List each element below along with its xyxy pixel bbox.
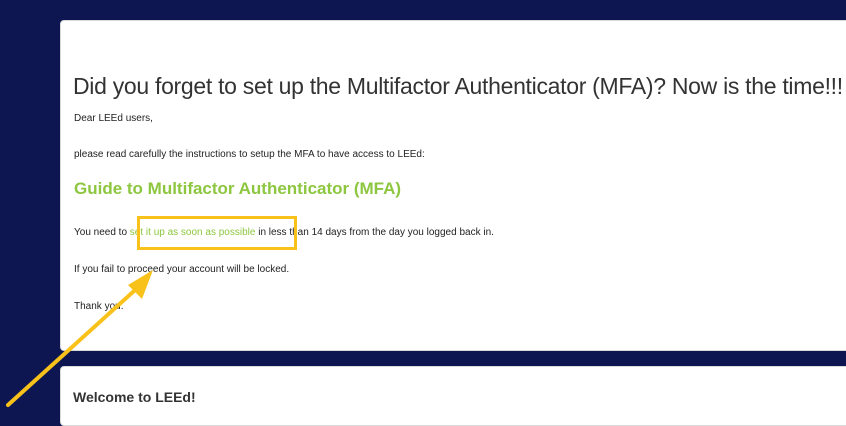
- annotation-arrow-icon: [6, 270, 153, 407]
